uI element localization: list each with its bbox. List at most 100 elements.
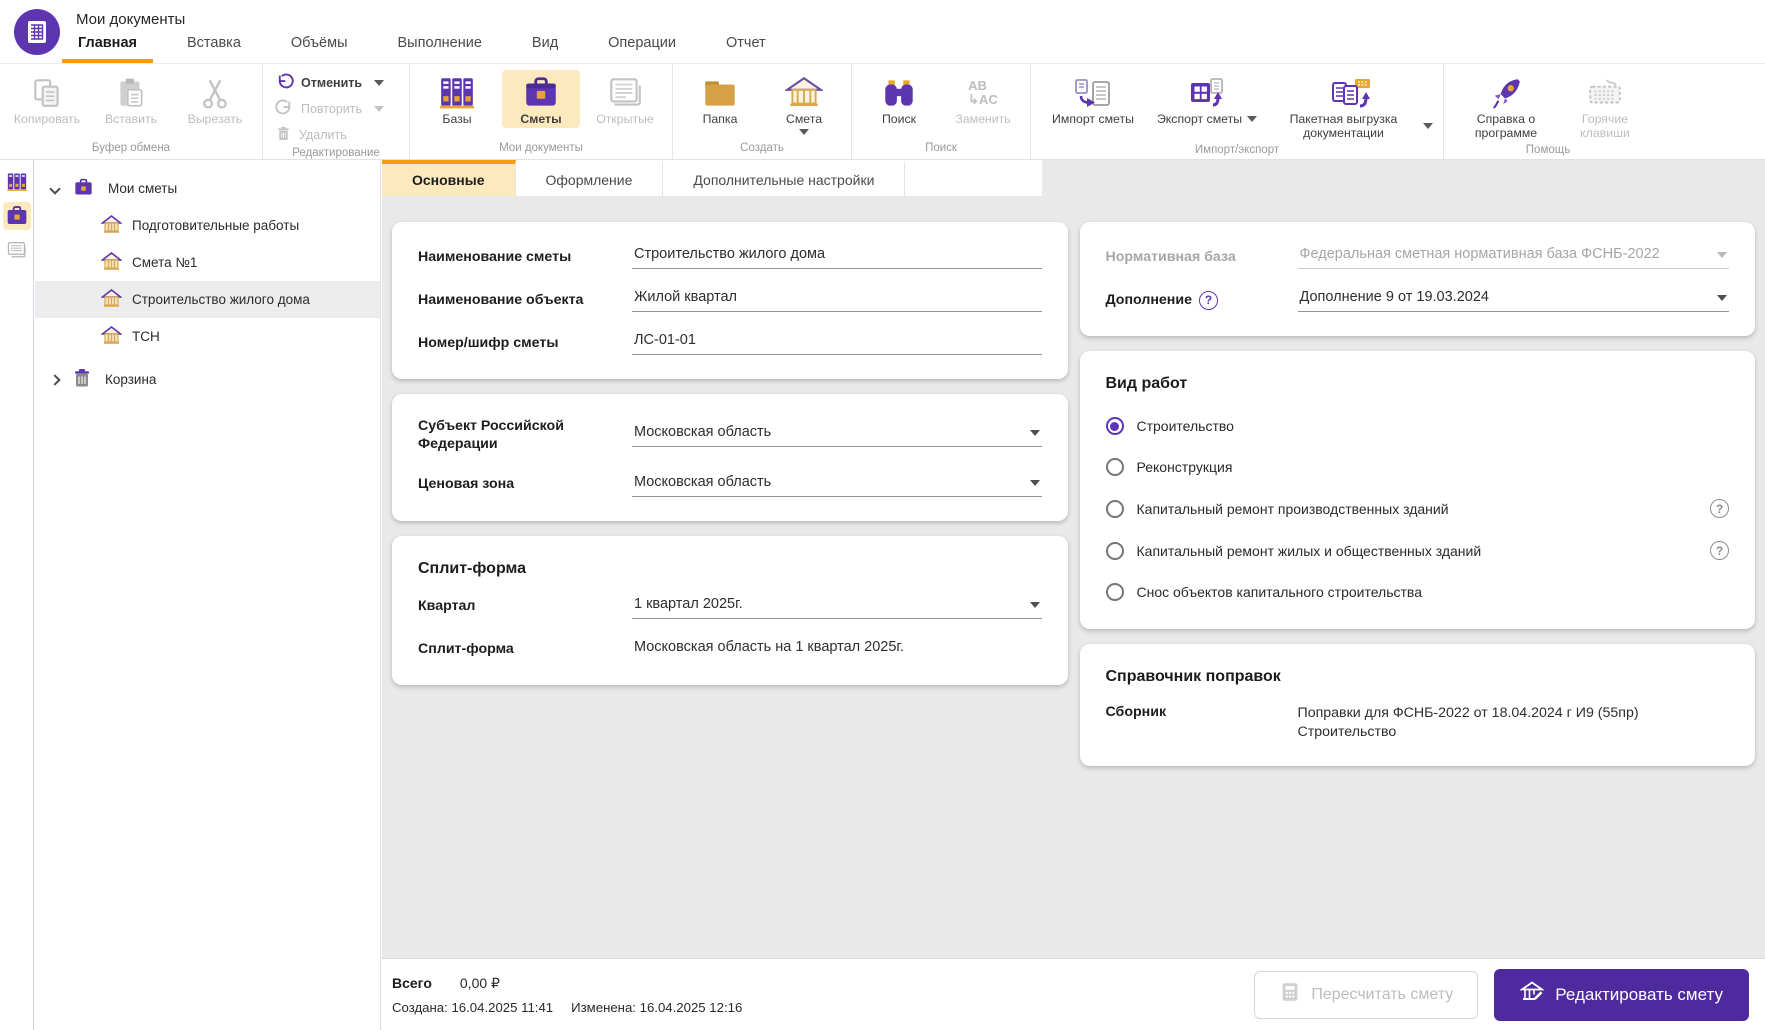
radio-capital-repair-residential[interactable]: Капитальный ремонт жилых и общественных …	[1105, 541, 1729, 560]
tab-dopolnitelnye-nastroyki[interactable]: Дополнительные настройки	[663, 160, 906, 196]
tab-glavnaya[interactable]: Главная	[62, 29, 153, 63]
tree-root-my-estimates[interactable]: Мои сметы	[35, 170, 380, 207]
tab-operacii[interactable]: Операции	[592, 29, 692, 63]
tree-item-preparatory-works[interactable]: Подготовительные работы	[35, 207, 380, 244]
help-icon[interactable]: ?	[1710, 541, 1729, 560]
chevron-down-icon	[1029, 479, 1040, 486]
ribbon-group-my-documents: Базы Сметы Открытые Мои документы	[410, 64, 673, 159]
corrections-collection-value: Поправки для ФСНБ-2022 от 18.04.2024 г И…	[1297, 705, 1639, 741]
page-title: Мои документы	[76, 11, 186, 28]
card-normative-base: Нормативная база Федеральная сметная нор…	[1079, 222, 1755, 336]
quarter-select[interactable]: 1 квартал 2025г.	[632, 596, 1042, 619]
redo-dropdown-caret[interactable]	[374, 105, 385, 112]
radio-construction[interactable]: Строительство	[1105, 417, 1730, 435]
delete-button[interactable]: Удалить	[271, 124, 401, 145]
tree-item-label: Корзина	[105, 372, 157, 387]
export-caret[interactable]	[1247, 116, 1258, 123]
redo-button[interactable]: Повторить	[271, 98, 401, 119]
addition-select[interactable]: Дополнение 9 от 19.03.2024	[1297, 289, 1729, 312]
import-icon	[1073, 74, 1113, 112]
left-column: Наименование сметы Строительство жилого …	[392, 222, 1068, 958]
cut-button[interactable]: Вырезать	[176, 70, 254, 128]
estimate-create-button[interactable]: Смета	[765, 70, 843, 137]
total-label: Всего	[392, 975, 432, 991]
radio-icon	[1105, 541, 1124, 560]
folder-create-button[interactable]: Папка	[681, 70, 759, 128]
tab-vstavka[interactable]: Вставка	[171, 29, 257, 63]
ribbon-group-label: Мои документы	[499, 142, 583, 154]
radio-demolition[interactable]: Снос объектов капитального строительства	[1105, 583, 1730, 601]
copy-button[interactable]: Копировать	[8, 70, 86, 128]
import-estimate-button[interactable]: Импорт сметы	[1039, 70, 1147, 128]
object-name-input[interactable]: Жилой квартал	[632, 289, 1042, 312]
edit-estimate-button[interactable]: Редактировать смету	[1494, 968, 1749, 1021]
documents-tree: Мои сметы Подготовительные работы Смета …	[35, 160, 381, 1030]
card-split-form: Сплит-форма Квартал 1 квартал 2025г. Спл…	[392, 535, 1068, 685]
help-icon[interactable]: ?	[1198, 291, 1218, 310]
batch-export-caret[interactable]	[1423, 123, 1433, 130]
house-icon	[100, 214, 123, 237]
radio-selected-icon	[1105, 417, 1124, 435]
recalculate-button[interactable]: Пересчитать смету	[1254, 970, 1479, 1019]
radio-reconstruction[interactable]: Реконструкция	[1105, 458, 1730, 476]
tab-obyomy[interactable]: Объёмы	[275, 29, 364, 63]
tree-item-construction-selected[interactable]: Строительство жилого дома	[35, 281, 380, 318]
estimate-create-caret[interactable]	[799, 129, 809, 136]
tab-vypolnenie[interactable]: Выполнение	[382, 29, 498, 63]
rail-databases-icon[interactable]	[3, 168, 31, 196]
help-icon[interactable]: ?	[1710, 499, 1729, 518]
card-general: Наименование сметы Строительство жилого …	[392, 222, 1068, 379]
trash-icon	[275, 125, 292, 145]
split-form-value: Московская область на 1 квартал 2025г.	[634, 638, 904, 655]
chevron-right-icon[interactable]	[49, 373, 61, 386]
rocket-icon	[1488, 74, 1524, 112]
calculator-icon	[1279, 981, 1301, 1008]
modified-timestamp: Изменена: 16.04.2025 12:16	[571, 999, 743, 1015]
rail-reports-icon[interactable]	[3, 236, 31, 264]
card-corrections: Справочник поправок Сборник Поправки для…	[1079, 644, 1755, 767]
ribbon-group-editing: Отменить Повторить Удалить Редактировани…	[263, 64, 410, 159]
chevron-down-icon	[1717, 252, 1727, 258]
databases-button[interactable]: Базы	[418, 70, 496, 128]
scissors-icon	[198, 74, 232, 112]
about-button[interactable]: Справка о программе	[1452, 70, 1560, 142]
field-label: Наименование объекта	[418, 291, 584, 308]
briefcase-icon	[73, 178, 94, 200]
chevron-down-icon[interactable]	[49, 182, 61, 195]
ribbon-tab-bar: Главная Вставка Объёмы Выполнение Вид Оп…	[62, 31, 800, 63]
paste-button[interactable]: Вставить	[92, 70, 170, 128]
undo-button[interactable]: Отменить	[271, 72, 401, 93]
ribbon-group-create: Папка Смета Создать	[673, 64, 852, 159]
batch-export-button[interactable]: Пакетная выгрузка документации	[1267, 70, 1435, 142]
tree-item-trash[interactable]: Корзина	[35, 361, 380, 398]
hotkeys-button[interactable]: Горячие клавиши	[1566, 70, 1644, 142]
search-button[interactable]: Поиск	[860, 70, 938, 128]
estimates-button[interactable]: Сметы	[502, 70, 580, 129]
tab-oformlenie[interactable]: Оформление	[516, 160, 664, 196]
tree-item-estimate-1[interactable]: Смета №1	[35, 244, 380, 281]
ribbon-group-label: Импорт/экспорт	[1194, 144, 1280, 157]
batch-export-icon	[1329, 74, 1373, 112]
price-zone-select[interactable]: Московская область	[632, 474, 1042, 497]
tab-osnovnye[interactable]: Основные	[382, 160, 516, 196]
export-estimate-button[interactable]: Экспорт сметы	[1153, 70, 1261, 128]
tree-item-tsn[interactable]: ТСН	[35, 318, 380, 355]
replace-button[interactable]: AB ↳AC Заменить	[944, 70, 1022, 128]
open-docs-button[interactable]: Открытые	[586, 70, 664, 128]
tab-otchet[interactable]: Отчет	[710, 29, 782, 63]
estimate-name-input[interactable]: Строительство жилого дома	[632, 246, 1042, 269]
radio-icon	[1105, 583, 1124, 601]
undo-dropdown-caret[interactable]	[374, 79, 385, 86]
ribbon-group-search: Поиск AB ↳AC Заменить Поиск	[852, 64, 1031, 159]
house-icon	[100, 251, 123, 274]
region-select[interactable]: Московская область	[632, 424, 1042, 448]
radio-capital-repair-industrial[interactable]: Капитальный ремонт производственных здан…	[1105, 499, 1729, 518]
status-bar: Всего 0,00 ₽ Создана: 16.04.2025 11:41 И…	[382, 958, 1765, 1030]
rail-estimates-icon[interactable]	[2, 202, 31, 230]
binoculars-icon	[880, 74, 918, 112]
estimate-number-input[interactable]: ЛС-01-01	[632, 332, 1042, 355]
tab-vid[interactable]: Вид	[516, 29, 574, 63]
ribbon-group-label: Поиск	[925, 142, 957, 154]
edit-house-icon	[1519, 980, 1546, 1009]
paste-icon	[114, 74, 148, 112]
